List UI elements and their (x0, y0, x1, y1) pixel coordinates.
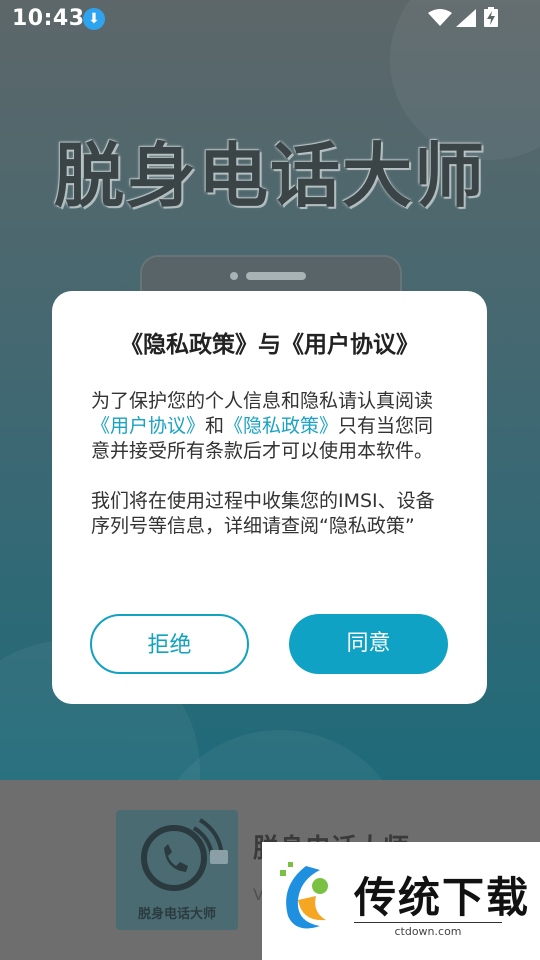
privacy-dialog: 《隐私政策》与《用户协议》 为了保护您的个人信息和隐私请认真阅读《用户协议》和《… (52, 291, 487, 704)
download-icon: ⬇ (83, 8, 105, 30)
phone-camera-dot (230, 272, 238, 280)
wifi-icon (428, 9, 452, 26)
watermark-text: 传统下载 (354, 873, 531, 922)
dialog-body: 为了保护您的个人信息和隐私请认真阅读《用户协议》和《隐私政策》只有当您同意并接受… (91, 389, 451, 539)
user-agreement-link[interactable]: 《用户协议》 (91, 415, 205, 437)
dialog-paragraph-2: 我们将在使用过程中收集您的IMSI、设备序列号等信息，详细请查阅“隐私政策” (91, 490, 435, 537)
app-icon-label: 脱身电话大师 (137, 907, 216, 922)
watermark-logo (280, 862, 328, 929)
para1-text-a: 为了保护您的个人信息和隐私请认真阅读 (91, 390, 434, 412)
app-title-background: 脱身电话大师 (54, 135, 486, 217)
phone-icon (141, 818, 228, 891)
watermark-url: ctdown.com (354, 922, 502, 938)
status-bar: 10:43 ⬇ (0, 0, 540, 38)
signal-icon (456, 9, 476, 27)
privacy-policy-link[interactable]: 《隐私政策》 (224, 415, 338, 437)
status-time: 10:43 (12, 6, 85, 31)
app-icon: 脱身电话大师 (116, 810, 238, 930)
reject-button[interactable]: 拒绝 (90, 614, 249, 674)
battery-charging-icon (484, 7, 498, 27)
watermark: 传统下载 ctdown.com (262, 842, 540, 960)
para1-and: 和 (205, 415, 225, 437)
dialog-title: 《隐私政策》与《用户协议》 (120, 332, 419, 358)
dialog-paragraph-1: 为了保护您的个人信息和隐私请认真阅读《用户协议》和《隐私政策》只有当您同意并接受… (91, 389, 451, 464)
phone-speaker-bar (246, 272, 306, 280)
agree-button[interactable]: 同意 (289, 614, 448, 674)
